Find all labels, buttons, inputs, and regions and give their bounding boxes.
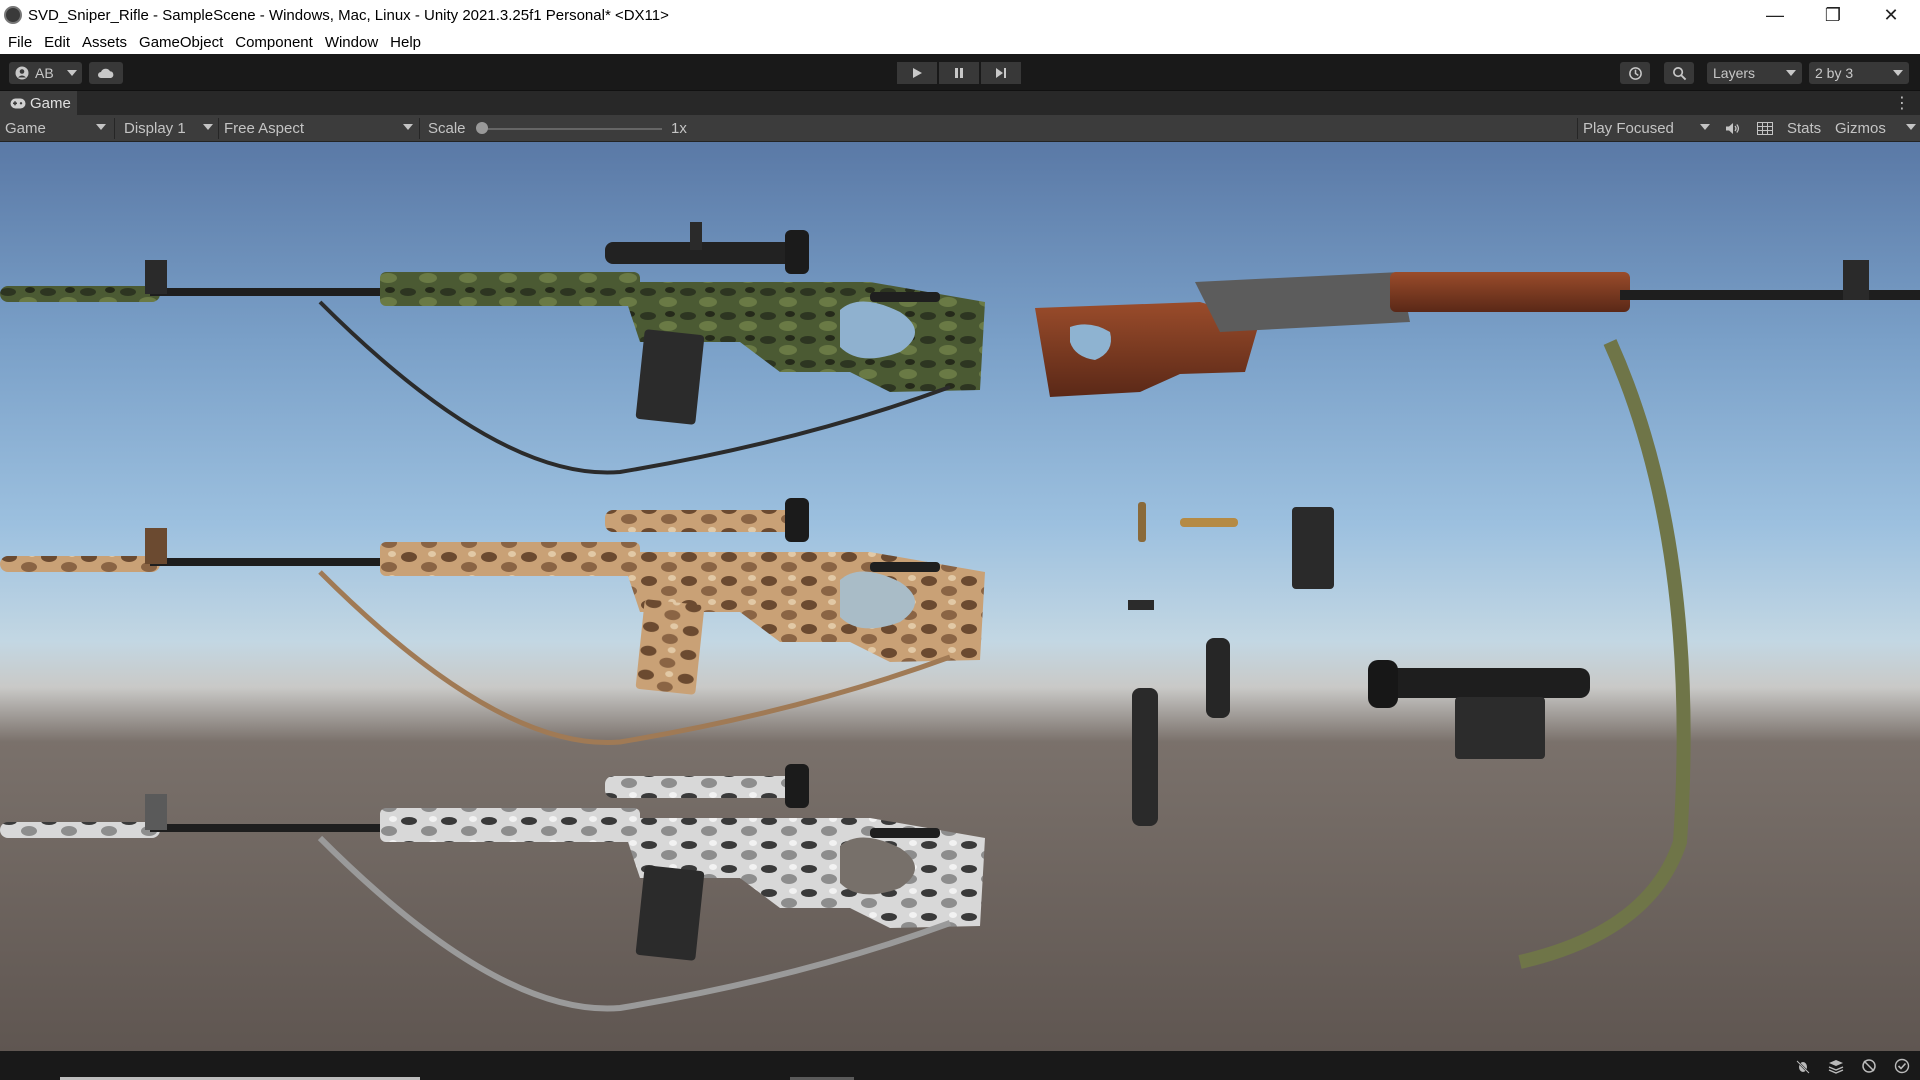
view-mode-label: Game [5, 120, 46, 137]
play-mode-label: Play Focused [1583, 120, 1674, 137]
close-button[interactable]: ✕ [1862, 0, 1920, 30]
scale-slider-handle[interactable] [476, 122, 488, 134]
more-options-icon[interactable]: ⋮ [1894, 93, 1910, 113]
rifle-wood-stock [1035, 260, 1920, 969]
account-dropdown[interactable]: AB [9, 62, 82, 84]
gizmos-dropdown[interactable]: Gizmos [1830, 118, 1920, 139]
game-viewport[interactable] [0, 142, 1920, 1051]
play-icon [913, 68, 922, 78]
menu-edit[interactable]: Edit [38, 34, 76, 51]
play-mode-dropdown[interactable]: Play Focused [1578, 118, 1714, 139]
scene-render [0, 222, 1920, 1012]
layers-label: Layers [1713, 65, 1756, 81]
grid-icon [1757, 122, 1773, 135]
cloud-icon [98, 68, 114, 78]
display-dropdown[interactable]: Display 1 [119, 118, 217, 139]
display-label: Display 1 [124, 120, 186, 137]
scale-slider-track[interactable] [482, 128, 662, 130]
account-label: AB [35, 65, 54, 81]
main-toolbar: AB Layers 2 by 3 [0, 54, 1920, 90]
gizmos-label: Gizmos [1835, 120, 1886, 137]
chevron-down-icon [1893, 70, 1903, 76]
layout-dropdown[interactable]: 2 by 3 [1809, 62, 1909, 84]
window-title: SVD_Sniper_Rifle - SampleScene - Windows… [28, 6, 669, 24]
status-bar [0, 1051, 1920, 1080]
chevron-down-icon [96, 124, 106, 130]
unity-logo-icon [4, 6, 22, 24]
search-button[interactable] [1664, 62, 1694, 84]
menu-assets[interactable]: Assets [76, 34, 133, 51]
loose-parts [1128, 502, 1590, 826]
mute-audio-button[interactable] [1720, 118, 1744, 139]
check-icon[interactable] [1891, 1055, 1912, 1076]
cloud-button[interactable] [89, 62, 123, 84]
pause-icon [955, 68, 963, 78]
restore-button[interactable]: ❐ [1804, 0, 1862, 30]
chevron-down-icon [1786, 70, 1796, 76]
account-icon [15, 66, 29, 80]
chevron-down-icon [203, 124, 213, 130]
status-icons [1792, 1055, 1912, 1076]
chevron-down-icon [67, 70, 77, 76]
playback-controls [897, 62, 1021, 84]
panel-tab-bar: Game ⋮ [0, 90, 1920, 116]
speaker-icon [1726, 123, 1740, 134]
menu-file[interactable]: File [2, 34, 38, 51]
gamepad-icon [10, 98, 26, 108]
minimize-button[interactable]: — [1746, 0, 1804, 30]
step-icon [996, 68, 1006, 78]
divider [419, 118, 420, 139]
menu-gameobject[interactable]: GameObject [133, 34, 229, 51]
menu-window[interactable]: Window [319, 34, 384, 51]
chevron-down-icon [1906, 124, 1916, 130]
chevron-down-icon [403, 124, 413, 130]
aspect-label: Free Aspect [224, 120, 305, 137]
chevron-down-icon [1700, 124, 1710, 130]
rifle-winter-camo [0, 764, 985, 1012]
window-controls: — ❐ ✕ [1746, 0, 1920, 30]
game-view-toolbar: Game Display 1 Free Aspect Scale 1x Play… [0, 115, 1920, 142]
layout-label: 2 by 3 [1815, 65, 1854, 81]
grid-toggle-button[interactable] [1752, 118, 1778, 139]
scale-label: Scale [428, 120, 466, 137]
play-button[interactable] [897, 62, 937, 84]
divider [114, 118, 115, 139]
scale-value: 1x [671, 120, 687, 137]
rifle-green-camo [0, 222, 985, 475]
aspect-dropdown[interactable]: Free Aspect [219, 118, 417, 139]
menu-bar: File Edit Assets GameObject Component Wi… [0, 30, 1920, 54]
menu-help[interactable]: Help [384, 34, 427, 51]
menu-component[interactable]: Component [229, 34, 319, 51]
undo-history-button[interactable] [1620, 62, 1650, 84]
view-mode-dropdown[interactable]: Game [0, 118, 110, 139]
layers-dropdown[interactable]: Layers [1707, 62, 1802, 84]
stats-button[interactable]: Stats [1782, 118, 1830, 139]
step-button[interactable] [981, 62, 1021, 84]
history-icon [1628, 66, 1642, 80]
layers-icon[interactable] [1825, 1055, 1846, 1076]
pause-button[interactable] [939, 62, 979, 84]
no-network-icon[interactable] [1858, 1055, 1879, 1076]
title-bar: SVD_Sniper_Rifle - SampleScene - Windows… [0, 0, 1920, 30]
tab-game[interactable]: Game [0, 90, 77, 116]
stats-label: Stats [1787, 120, 1822, 137]
tab-game-label: Game [30, 94, 71, 112]
rifle-desert-camo [0, 498, 985, 746]
bug-icon[interactable] [1792, 1055, 1813, 1076]
search-icon [1672, 66, 1686, 80]
